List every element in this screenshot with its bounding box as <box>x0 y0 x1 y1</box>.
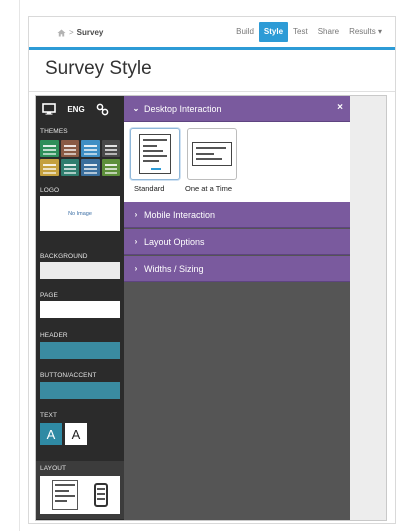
text-label: TEXT <box>40 412 58 419</box>
option-standard[interactable] <box>130 128 180 180</box>
option-standard-label: Standard <box>134 184 165 193</box>
chevron-right-icon: › <box>134 237 138 246</box>
left-divider <box>19 0 20 531</box>
chevron-down-icon: ⌄ <box>132 104 140 113</box>
desktop-icon[interactable] <box>36 98 62 120</box>
chevron-right-icon: › <box>134 210 138 219</box>
breadcrumb: > Survey <box>57 28 103 37</box>
page-title: Survey Style <box>45 58 152 79</box>
language-button[interactable]: ENG <box>62 98 90 120</box>
style-sidebar: ENG THEMES LOGO No Image BACKGROUND PAGE… <box>36 96 124 520</box>
chevron-right-icon: › <box>134 264 138 273</box>
theme-swatch[interactable] <box>60 140 79 157</box>
layout-options-header[interactable]: › Layout Options <box>124 229 350 255</box>
mobile-interaction-header[interactable]: › Mobile Interaction <box>124 202 350 228</box>
button-accent-color-swatch[interactable] <box>40 382 120 399</box>
layout-preview[interactable] <box>40 476 120 514</box>
breadcrumb-current[interactable]: Survey <box>77 28 104 37</box>
option-one-at-a-time[interactable] <box>187 128 237 180</box>
logo-placeholder-text: No Image <box>68 210 92 217</box>
header-color-swatch[interactable] <box>40 342 120 359</box>
desktop-interaction-options: Standard One at a Time <box>124 122 350 202</box>
page-label: PAGE <box>40 292 58 299</box>
layout-label: LAYOUT <box>40 465 67 472</box>
nav-underline <box>29 47 395 50</box>
header-label: HEADER <box>40 332 68 339</box>
layout-options-label: Layout Options <box>144 236 205 247</box>
mobile-interaction-label: Mobile Interaction <box>144 209 216 220</box>
option-one-at-a-time-label: One at a Time <box>185 184 233 193</box>
widths-sizing-label: Widths / Sizing <box>144 263 204 274</box>
nav-tabs: Build Style Test Share Results ▾ <box>231 22 387 42</box>
mobile-layout-icon <box>94 483 108 507</box>
breadcrumb-separator: > <box>69 28 74 37</box>
themes-label: THEMES <box>40 128 68 135</box>
theme-swatch[interactable] <box>60 159 79 176</box>
tab-test[interactable]: Test <box>288 22 313 42</box>
app-window: > Survey Build Style Test Share Results … <box>28 16 396 524</box>
interaction-panel: ⌄ Desktop Interaction × Standard One at … <box>124 96 350 520</box>
sidebar-toolbar: ENG <box>36 98 124 122</box>
background-label: BACKGROUND <box>40 253 88 260</box>
text-color-options: A A <box>40 423 87 445</box>
logo-label: LOGO <box>40 187 60 194</box>
background-color-swatch[interactable] <box>40 262 120 279</box>
theme-swatch[interactable] <box>101 140 120 157</box>
theme-swatch[interactable] <box>40 140 59 157</box>
text-color-dark[interactable]: A <box>40 423 62 445</box>
theme-swatch[interactable] <box>101 159 120 176</box>
page-color-swatch[interactable] <box>40 301 120 318</box>
top-nav: > Survey Build Style Test Share Results … <box>29 17 395 50</box>
one-at-a-time-layout-icon <box>192 142 232 166</box>
text-color-light[interactable]: A <box>65 423 87 445</box>
desktop-layout-icon <box>52 480 78 510</box>
logo-upload[interactable]: No Image <box>40 196 120 231</box>
tab-results[interactable]: Results ▾ <box>344 22 387 42</box>
theme-swatch[interactable] <box>81 140 100 157</box>
standard-layout-icon <box>139 134 171 174</box>
tab-style[interactable]: Style <box>258 22 289 42</box>
chevron-down-icon: ▾ <box>377 27 382 36</box>
desktop-interaction-label: Desktop Interaction <box>144 103 222 114</box>
title-divider <box>29 91 395 92</box>
preview-area <box>350 96 386 520</box>
themes-grid <box>40 140 120 176</box>
close-icon[interactable]: × <box>337 103 343 113</box>
button-accent-label: BUTTON/ACCENT <box>40 372 97 379</box>
link-icon[interactable] <box>90 98 114 120</box>
tab-build[interactable]: Build <box>231 22 259 42</box>
theme-swatch[interactable] <box>40 159 59 176</box>
home-icon[interactable] <box>57 29 66 37</box>
tab-share[interactable]: Share <box>313 22 344 42</box>
desktop-interaction-header[interactable]: ⌄ Desktop Interaction × <box>124 96 350 122</box>
theme-swatch[interactable] <box>81 159 100 176</box>
tab-results-label: Results <box>349 27 376 36</box>
style-editor: ENG THEMES LOGO No Image BACKGROUND PAGE… <box>35 95 387 521</box>
widths-sizing-header[interactable]: › Widths / Sizing <box>124 256 350 282</box>
